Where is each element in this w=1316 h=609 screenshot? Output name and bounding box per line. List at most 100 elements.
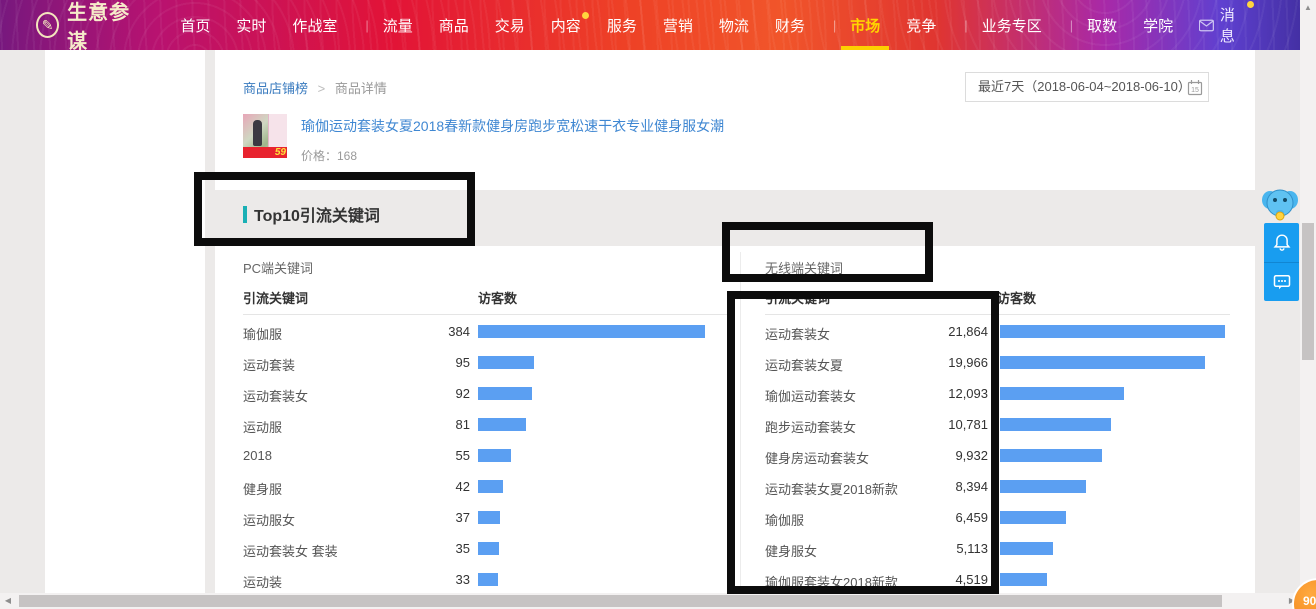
nav-item-business-zone[interactable]: 业务专区 [982, 15, 1042, 36]
notification-dot [1247, 1, 1254, 8]
nav-item-messages[interactable]: 消息 [1199, 4, 1246, 46]
visitor-count: 33 [390, 572, 470, 587]
visitor-bar [1000, 387, 1124, 400]
floating-assistant-ball[interactable]: 90 [1292, 578, 1316, 609]
annotation-box-mobile-label [722, 222, 933, 282]
visitor-bar [478, 511, 500, 524]
keyword-cell: 健身服 [243, 479, 282, 498]
nav-item-competition[interactable]: 竞争 [906, 15, 936, 36]
brand[interactable]: ✎ 生意参谋 [36, 0, 140, 54]
table-row: 运动套装95 [243, 347, 735, 378]
price-badge: 59 [275, 147, 286, 158]
column-header-keyword: 引流关键词 [243, 288, 308, 307]
product-header-card: 商品店铺榜 > 商品详情 59 瑜伽运动套装女夏2018春新款健身房跑步宽松速干… [215, 50, 1255, 190]
nav-item-finance[interactable]: 财务 [775, 15, 805, 36]
visitor-count: 95 [390, 355, 470, 370]
table-row: 运动套装女92 [243, 378, 735, 409]
bell-icon [1273, 233, 1291, 252]
table-rows: 瑜伽服 384 运动套装95运动套装女92 运动服 81 2018 55 健身服 42 运动服女 3… [243, 316, 735, 595]
keyword-cell: 2018 [243, 448, 272, 463]
nav-item-content[interactable]: 内容 [551, 15, 581, 36]
visitor-bar [478, 418, 526, 431]
nav-item-home[interactable]: 首页 [180, 15, 210, 36]
nav-menu: 首页实时作战室|流量商品交易内容服务营销物流财务|市场竞争|业务专区|取数学院 [180, 15, 1199, 36]
scroll-left-arrow[interactable]: ◀ [0, 593, 16, 609]
pc-keywords-label: PC端关键词 [243, 258, 313, 277]
nav-item-market[interactable]: 市场 [850, 15, 880, 36]
visitor-bar [1000, 449, 1102, 462]
floating-toolbar [1264, 223, 1299, 301]
visitor-count: 384 [390, 324, 470, 339]
date-range-selector[interactable]: 最近7天（2018-06-04~2018-06-10） [965, 72, 1204, 102]
nav-item-logistics[interactable]: 物流 [719, 15, 749, 36]
nav-item-service[interactable]: 服务 [607, 15, 637, 36]
product-title-link[interactable]: 瑜伽运动套装女夏2018春新款健身房跑步宽松速干衣专业健身服女潮 [301, 116, 724, 136]
table-row: 运动服女 37 [243, 502, 735, 533]
table-row: 健身服 42 [243, 471, 735, 502]
nav-item-academy[interactable]: 学院 [1143, 15, 1173, 36]
annotation-box-section-title [194, 172, 475, 246]
keyword-cell: 运动套装女 套装 [243, 541, 338, 560]
visitor-bar [1000, 511, 1066, 524]
table-row: 2018 55 [243, 440, 735, 471]
visitor-bar [478, 356, 534, 369]
header-rule [243, 314, 728, 315]
nav-item-goods[interactable]: 商品 [439, 15, 469, 36]
nav-item-traffic[interactable]: 流量 [383, 15, 413, 36]
top-nav: ✎ 生意参谋 首页实时作战室|流量商品交易内容服务营销物流财务|市场竞争|业务专… [0, 0, 1300, 50]
nav-item-data-fetch[interactable]: 取数 [1087, 15, 1117, 36]
vertical-scroll-thumb[interactable] [1302, 223, 1314, 360]
horizontal-scrollbar[interactable]: ◀ ▶ [0, 593, 1300, 609]
table-row: 运动装33 [243, 564, 735, 595]
visitor-count: 81 [390, 417, 470, 432]
visitor-bar [478, 542, 499, 555]
scroll-up-arrow[interactable]: ▲ [1300, 0, 1316, 15]
visitor-bar [478, 480, 503, 493]
visitor-count: 55 [390, 448, 470, 463]
breadcrumb-separator: > [318, 81, 326, 96]
chat-icon [1273, 274, 1291, 291]
nav-item-marketing[interactable]: 营销 [663, 15, 693, 36]
column-header-visitors: 访客数 [997, 288, 1036, 307]
visitor-bar [1000, 418, 1111, 431]
visitor-bar [1000, 480, 1086, 493]
feedback-button[interactable] [1264, 262, 1299, 302]
messages-label: 消息 [1220, 4, 1246, 46]
browser-viewport: ✎ 生意参谋 首页 实时 作战室 | 流量 商品 交易 内容 服务 营销 物流 财务 | 市场 竞争 | 业务专… [0, 0, 1316, 609]
visitor-bar [478, 325, 705, 338]
envelope-icon [1199, 19, 1214, 32]
product-photo [253, 120, 262, 146]
nav-item-war-room[interactable]: 作战室 [292, 15, 337, 36]
keyword-cell: 瑜伽服 [243, 324, 282, 343]
nav-group-divider: | [964, 18, 967, 33]
keyword-cell: 运动服女 [243, 510, 295, 529]
breadcrumb: 商品店铺榜 > 商品详情 [243, 78, 387, 97]
visitor-bar [478, 449, 511, 462]
keyword-cell: 运动服 [243, 417, 282, 436]
table-row: 运动服 81 [243, 409, 735, 440]
visitor-count: 35 [390, 541, 470, 556]
sycm-logo-icon: ✎ [36, 12, 59, 38]
visitor-bar [1000, 573, 1047, 586]
nav-group-divider: | [833, 18, 836, 33]
nav-group-divider: | [365, 18, 368, 33]
visitor-bar [478, 573, 498, 586]
nav-item-realtime[interactable]: 实时 [236, 15, 266, 36]
visitor-count: 42 [390, 479, 470, 494]
visitor-bar [1000, 542, 1053, 555]
svg-text:15: 15 [1191, 87, 1199, 94]
annotation-box-mobile-table [727, 291, 999, 594]
brand-name: 生意参谋 [67, 0, 140, 54]
breadcrumb-parent[interactable]: 商品店铺榜 [243, 81, 308, 96]
assistant-badge-number: 90 [1303, 594, 1316, 608]
nav-item-trade[interactable]: 交易 [495, 15, 525, 36]
calendar-button[interactable]: 15 [1182, 72, 1209, 102]
mascot-elephant[interactable] [1258, 186, 1302, 229]
breadcrumb-current: 商品详情 [335, 81, 387, 96]
visitor-count: 37 [390, 510, 470, 525]
product-thumbnail[interactable]: 59 [243, 114, 287, 158]
vertical-scrollbar[interactable]: ▲ ▼ [1300, 0, 1316, 593]
table-row: 瑜伽服 384 [243, 316, 735, 347]
horizontal-scroll-thumb[interactable] [19, 595, 1222, 607]
visitor-bar [478, 387, 532, 400]
